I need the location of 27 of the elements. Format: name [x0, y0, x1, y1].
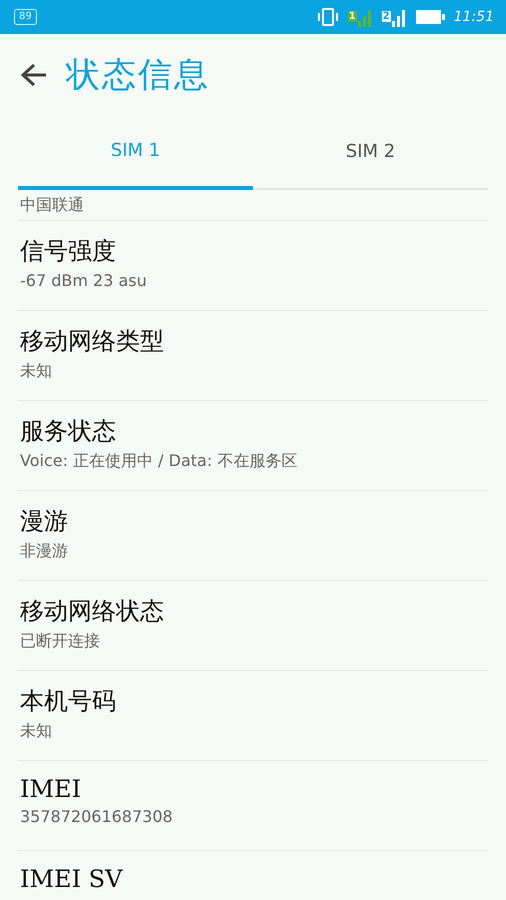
- setting-value: Voice: 正在使用中 / Data: 不在服务区: [20, 451, 298, 472]
- sim-number: 1: [348, 11, 357, 22]
- setting-title: 移动网络状态: [20, 596, 165, 627]
- setting-value: 非漫游: [20, 541, 69, 562]
- vibrate-icon: [316, 7, 340, 27]
- notification-badge: 89: [14, 9, 37, 25]
- setting-title: IMEI: [20, 775, 82, 803]
- signal-icon: [358, 7, 374, 27]
- sim-number: 2: [382, 11, 391, 22]
- battery-icon: [416, 9, 446, 25]
- back-arrow-icon[interactable]: [20, 62, 48, 88]
- setting-value: -67 dBm 23 asu: [20, 271, 148, 290]
- setting-value: 已断开连接: [20, 631, 101, 652]
- setting-value: 357872061687308: [20, 807, 174, 826]
- signal-icon: [392, 7, 408, 27]
- clock-time: 11:51: [454, 9, 494, 25]
- setting-title: 信号强度: [20, 236, 117, 267]
- page-title: 状态信息: [66, 54, 210, 96]
- setting-value: 未知: [20, 721, 53, 742]
- setting-title: IMEI SV: [20, 865, 124, 893]
- sim-tab[interactable]: SIM 2: [253, 115, 488, 190]
- setting-value: 中国联通: [20, 194, 85, 216]
- setting-title: 服务状态: [20, 416, 117, 447]
- setting-value: 未知: [20, 361, 53, 382]
- setting-title: 移动网络类型: [20, 326, 165, 357]
- setting-title: 漫游: [20, 506, 69, 537]
- setting-title: 本机号码: [20, 686, 117, 717]
